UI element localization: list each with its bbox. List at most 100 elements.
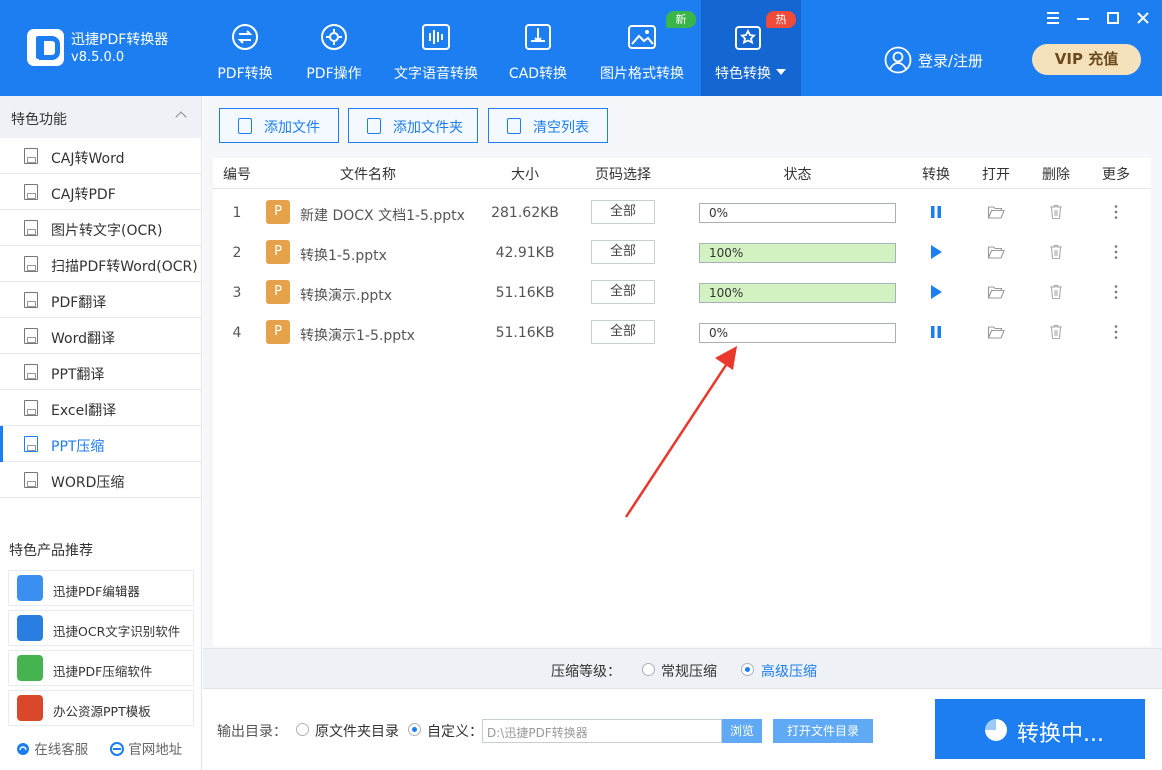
advanced-compress-label[interactable]: 高级压缩 — [761, 661, 817, 681]
row-number: 2 — [232, 245, 242, 261]
sidebar-item-word-translate[interactable]: Word翻译 — [0, 318, 201, 354]
normal-compress-label[interactable]: 常规压缩 — [661, 661, 717, 681]
more-icon[interactable] — [1107, 203, 1125, 221]
star-box-icon — [735, 26, 761, 50]
table-row: 3 P 转换演示.pptx 51.16KB 全部 100% — [213, 273, 1151, 313]
page-select-button[interactable]: 全部 — [591, 240, 655, 264]
close-icon[interactable] — [1133, 8, 1153, 28]
login-button[interactable]: 登录/注册 — [884, 44, 1004, 76]
gear-icon — [321, 24, 347, 50]
add-folder-button[interactable]: 添加文件夹 — [348, 108, 478, 143]
nav-cad-convert[interactable]: CAD转换 — [500, 0, 576, 96]
promo-ppt-template[interactable]: 办公资源PPT模板 — [8, 690, 194, 726]
image-file-icon — [24, 220, 38, 236]
folder-open-icon[interactable] — [987, 323, 1005, 341]
folder-open-icon[interactable] — [987, 283, 1005, 301]
progress-bar: 0% — [699, 203, 896, 223]
menu-icon[interactable] — [1043, 8, 1063, 28]
promo-ocr[interactable]: 迅捷OCR文字识别软件 — [8, 610, 194, 646]
page-select-button[interactable]: 全部 — [591, 320, 655, 344]
nav-text-speech[interactable]: 文字语音转换 — [386, 0, 486, 96]
sidebar-item-image-ocr[interactable]: 图片转文字(OCR) — [0, 210, 201, 246]
online-service-link[interactable]: 在线客服 — [16, 738, 88, 758]
ppt-file-icon: P — [266, 240, 290, 264]
sidebar-item-label: 图片转文字(OCR) — [51, 223, 163, 239]
sidebar-item-ppt-translate[interactable]: PPT翻译 — [0, 354, 201, 390]
add-folder-icon — [367, 118, 381, 134]
open-output-dir-button[interactable]: 打开文件目录 — [773, 719, 873, 743]
radio-normal-compress[interactable] — [642, 663, 655, 676]
page-select-button[interactable]: 全部 — [591, 280, 655, 304]
folder-open-icon[interactable] — [987, 243, 1005, 261]
file-table: 编号 文件名称 大小 页码选择 状态 转换 打开 删除 更多 1 P 新建 DOCX… — [213, 158, 1151, 646]
website-label: 官网地址 — [128, 742, 183, 758]
sidebar-item-word-compress[interactable]: WORD压缩 — [0, 462, 201, 498]
sidebar-item-caj-to-word[interactable]: CAJ转Word — [0, 138, 201, 174]
file-name: 转换演示1-5.pptx — [300, 328, 415, 344]
main-panel: 添加文件 添加文件夹 清空列表 编号 文件名称 大小 页码选择 状态 转换 打开… — [203, 96, 1162, 770]
trash-icon[interactable] — [1047, 323, 1065, 341]
nav-pdf-operate[interactable]: PDF操作 — [292, 0, 376, 96]
play-icon[interactable] — [927, 243, 945, 261]
progress-text: 0% — [709, 206, 729, 220]
trash-icon[interactable] — [1047, 243, 1065, 261]
word-file-icon — [24, 328, 38, 344]
vip-recharge-button[interactable]: VIP 充值 — [1032, 44, 1141, 75]
play-icon[interactable] — [927, 283, 945, 301]
sidebar-item-caj-to-pdf[interactable]: CAJ转PDF — [0, 174, 201, 210]
sidebar-item-ppt-compress[interactable]: PPT压缩 — [0, 426, 201, 462]
more-icon[interactable] — [1107, 323, 1125, 341]
custom-folder-label[interactable]: 自定义： — [427, 721, 483, 741]
radio-advanced-compress[interactable] — [741, 663, 754, 676]
pause-icon[interactable] — [927, 323, 945, 341]
sidebar-section-header[interactable]: 特色功能 — [0, 96, 201, 138]
sidebar-item-pdf-translate[interactable]: PDF翻译 — [0, 282, 201, 318]
folder-open-icon[interactable] — [987, 203, 1005, 221]
progress-text: 100% — [709, 246, 744, 260]
pdf-file-icon — [24, 292, 38, 308]
sidebar-item-label: WORD压缩 — [51, 475, 125, 491]
file-name: 转换1-5.pptx — [300, 248, 387, 264]
badge-hot: 热 — [766, 11, 796, 28]
sidebar-item-label: Word翻译 — [51, 331, 115, 347]
chevron-up-icon — [175, 111, 187, 123]
ppt-file-icon — [24, 436, 38, 452]
pause-icon[interactable] — [927, 203, 945, 221]
nav-label: PDF转换 — [217, 66, 273, 82]
progress-bar: 100% — [699, 283, 896, 303]
add-file-button[interactable]: 添加文件 — [219, 108, 339, 143]
more-icon[interactable] — [1107, 283, 1125, 301]
badge-new: 新 — [666, 11, 696, 28]
trash-icon[interactable] — [1047, 203, 1065, 221]
convert-button[interactable]: 转换中... — [935, 699, 1145, 759]
column-header-open: 打开 — [982, 167, 1010, 183]
row-number: 1 — [232, 205, 242, 221]
promo-pdf-compress[interactable]: 迅捷PDF压缩软件 — [8, 650, 194, 686]
website-link[interactable]: 官网地址 — [110, 738, 182, 758]
online-service-label: 在线客服 — [34, 742, 89, 758]
promo-label: 办公资源PPT模板 — [53, 704, 151, 719]
table-row: 2 P 转换1-5.pptx 42.91KB 全部 100% — [213, 233, 1151, 273]
more-icon[interactable] — [1107, 243, 1125, 261]
radio-custom-folder[interactable] — [408, 723, 421, 736]
radio-original-folder[interactable] — [296, 723, 309, 736]
trash-icon[interactable] — [1047, 283, 1065, 301]
file-name: 转换演示.pptx — [300, 288, 392, 304]
maximize-icon[interactable] — [1103, 8, 1123, 28]
nav-pdf-convert[interactable]: PDF转换 — [205, 0, 285, 96]
nav-label: 文字语音转换 — [394, 66, 478, 82]
clear-list-button[interactable]: 清空列表 — [488, 108, 608, 143]
file-size: 42.91KB — [495, 245, 555, 261]
ppt-file-icon: P — [266, 200, 290, 224]
browse-button[interactable]: 浏览 — [722, 719, 762, 743]
output-path-input[interactable]: D:\迅捷PDF转换器 — [482, 719, 722, 743]
column-header-pages: 页码选择 — [595, 167, 651, 183]
sidebar-item-scan-pdf-word[interactable]: 扫描PDF转Word(OCR) — [0, 246, 201, 282]
minimize-icon[interactable] — [1073, 8, 1093, 28]
promo-pdf-editor[interactable]: 迅捷PDF编辑器 — [8, 570, 194, 606]
page-select-button[interactable]: 全部 — [591, 200, 655, 224]
original-folder-label[interactable]: 原文件夹目录 — [315, 721, 399, 741]
trash-icon — [507, 118, 521, 134]
sidebar-item-excel-translate[interactable]: Excel翻译 — [0, 390, 201, 426]
sidebar-item-label: PPT压缩 — [51, 439, 105, 455]
